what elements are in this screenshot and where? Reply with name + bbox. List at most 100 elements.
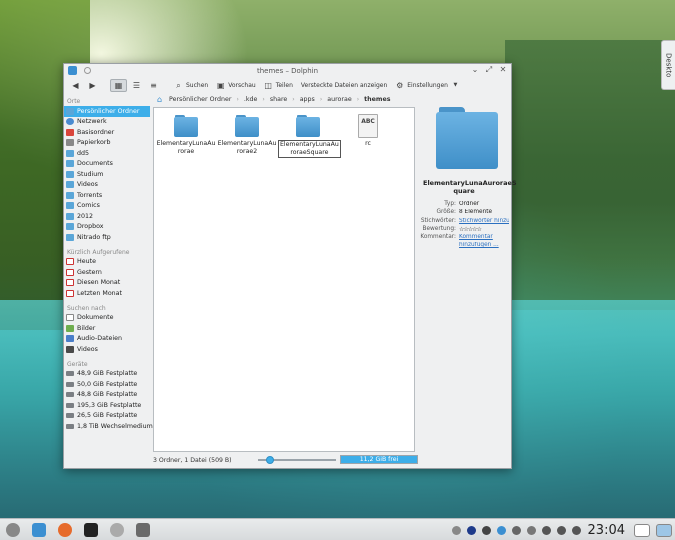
compact-view-button[interactable]: ☰	[129, 79, 144, 92]
search-images[interactable]: Bilder	[64, 323, 152, 334]
folder-icon	[66, 160, 74, 168]
settings-button[interactable]: ⚙ Einstellungen ▼	[392, 79, 463, 92]
hard-drive-icon	[66, 413, 74, 419]
place-studium[interactable]: Studium	[64, 169, 152, 180]
place-network[interactable]: Netzwerk	[64, 117, 152, 128]
place-nitrado-ftp[interactable]: Nitrado ftp	[64, 232, 152, 243]
breadcrumb-segment[interactable]: .kde	[244, 96, 258, 103]
icons-view-button[interactable]: ▦	[110, 78, 127, 92]
add-tags-link[interactable]: Stichwörter hinzufü	[459, 218, 509, 226]
place-label: Basisordner	[77, 128, 115, 136]
add-comment-link[interactable]: hinzufügen ...	[459, 242, 509, 250]
desktop-pager-icon[interactable]	[634, 523, 650, 537]
search-audio[interactable]: Audio-Dateien	[64, 334, 152, 345]
recent-yesterday[interactable]: Gestern	[64, 267, 152, 278]
show-hidden-button[interactable]: Versteckte Dateien anzeigen	[298, 79, 390, 92]
home-folder-icon	[66, 107, 74, 115]
folder-icon	[174, 114, 198, 138]
clock[interactable]: 23:04	[588, 523, 625, 538]
split-button[interactable]: ◫ Teilen	[261, 79, 296, 92]
info-item-name: ElementaryLunaAuroraeS quare	[423, 179, 517, 195]
clipboard-icon[interactable]	[526, 525, 536, 535]
rating-stars[interactable]: ☆☆☆☆☆	[459, 226, 509, 234]
minimize-button[interactable]: ⌄	[471, 65, 479, 75]
volume-icon[interactable]	[541, 525, 551, 535]
folder-icon	[66, 233, 74, 241]
recent-last-month[interactable]: Letzten Monat	[64, 288, 152, 299]
window-title: themes – Dolphin	[256, 66, 319, 75]
forward-button[interactable]: ▶	[85, 79, 100, 92]
place-videos[interactable]: Videos	[64, 180, 152, 191]
hard-drive-icon	[66, 381, 74, 387]
media-task-icon[interactable]	[136, 522, 150, 537]
place-dropbox[interactable]: Dropbox	[64, 222, 152, 233]
pin-icon[interactable]	[84, 67, 91, 74]
recent-label: Letzten Monat	[77, 289, 122, 297]
place-trash[interactable]: Papierkorb	[64, 138, 152, 149]
recent-this-month[interactable]: Diesen Monat	[64, 278, 152, 289]
device-item[interactable]: 195,3 GiB Festplatte	[64, 400, 152, 411]
search-videos[interactable]: Videos	[64, 344, 152, 355]
preview-icon: ▣	[216, 80, 225, 90]
preview-button[interactable]: ▣ Vorschau	[213, 79, 258, 92]
device-item[interactable]: 48,8 GiB Festplatte	[64, 390, 152, 401]
wallpaper-forest-right	[505, 40, 675, 310]
file-item-folder[interactable]: ElementaryLunaAu rorae2	[217, 114, 277, 156]
firefox-task-icon[interactable]	[58, 522, 72, 537]
network-tray-icon[interactable]	[466, 525, 476, 535]
close-button[interactable]: ✕	[499, 65, 507, 75]
dropbox-icon[interactable]	[496, 525, 506, 535]
recent-today[interactable]: Heute	[64, 257, 152, 268]
add-comment-link[interactable]: Kommentar	[459, 234, 509, 242]
place-2012[interactable]: 2012	[64, 211, 152, 222]
info-icon[interactable]	[451, 525, 461, 535]
breadcrumb-segment[interactable]: apps	[300, 96, 315, 103]
desktop-toolbox-tab[interactable]: Deskto	[661, 40, 675, 90]
power-icon[interactable]	[571, 525, 581, 535]
title-bar[interactable]: themes – Dolphin ⌄ ⤢ ✕	[64, 64, 511, 77]
hard-drive-icon	[66, 371, 74, 377]
details-view-button[interactable]: ≡	[146, 79, 161, 92]
breadcrumb-current[interactable]: themes	[364, 96, 390, 103]
place-documents[interactable]: Documents	[64, 159, 152, 170]
file-name-line: rorae2	[236, 148, 258, 155]
device-item[interactable]: 50,0 GiB Festplatte	[64, 379, 152, 390]
dolphin-app-icon[interactable]	[68, 66, 77, 75]
place-dd5[interactable]: dd5	[64, 148, 152, 159]
dolphin-task-icon[interactable]	[32, 522, 46, 537]
terminal-task-icon[interactable]	[84, 522, 98, 537]
breadcrumb-segment[interactable]: Persönlicher Ordner	[169, 96, 231, 103]
file-name-line: roraeSquare	[290, 149, 329, 156]
place-home[interactable]: Persönlicher Ordner	[64, 106, 150, 117]
zoom-slider-handle[interactable]	[265, 456, 274, 464]
update-task-icon[interactable]	[110, 522, 124, 537]
search-documents[interactable]: Dokumente	[64, 313, 152, 324]
file-item-folder[interactable]: ElementaryLunaAu rorae	[156, 114, 216, 156]
file-item-folder-selected[interactable]: ElementaryLunaAu roraeSquare	[278, 114, 341, 158]
maximize-button[interactable]: ⤢	[485, 65, 493, 75]
calendar-icon	[66, 279, 74, 287]
updates-icon[interactable]	[511, 525, 521, 535]
breadcrumb-segment[interactable]: aurorae	[327, 96, 351, 103]
breadcrumb-separator-icon: ›	[319, 96, 323, 103]
steam-icon[interactable]	[481, 525, 491, 535]
device-item[interactable]: 26,5 GiB Festplatte	[64, 411, 152, 422]
calendar-icon	[66, 289, 74, 297]
calendar-icon	[66, 258, 74, 266]
zoom-slider[interactable]	[258, 456, 336, 464]
application-launcher-icon[interactable]	[6, 522, 20, 537]
file-item-document[interactable]: ABC rc	[338, 114, 398, 148]
device-item[interactable]: 48,9 GiB Festplatte	[64, 369, 152, 380]
file-view[interactable]: ElementaryLunaAu rorae ElementaryLunaAu …	[153, 107, 415, 452]
search-button[interactable]: ⌕ Suchen	[171, 79, 211, 92]
place-comics[interactable]: Comics	[64, 201, 152, 212]
info-key: Stichwörter:	[420, 217, 456, 224]
back-button[interactable]: ◀	[68, 79, 83, 92]
show-desktop-icon[interactable]	[656, 523, 672, 537]
device-label: 48,9 GiB Festplatte	[77, 370, 138, 378]
device-item[interactable]: 1,8 TiB Wechselmedium	[64, 421, 153, 432]
place-root[interactable]: Basisordner	[64, 127, 152, 138]
wifi-icon[interactable]	[556, 525, 566, 535]
breadcrumb-segment[interactable]: share	[270, 96, 287, 103]
place-torrents[interactable]: Torrents	[64, 190, 152, 201]
